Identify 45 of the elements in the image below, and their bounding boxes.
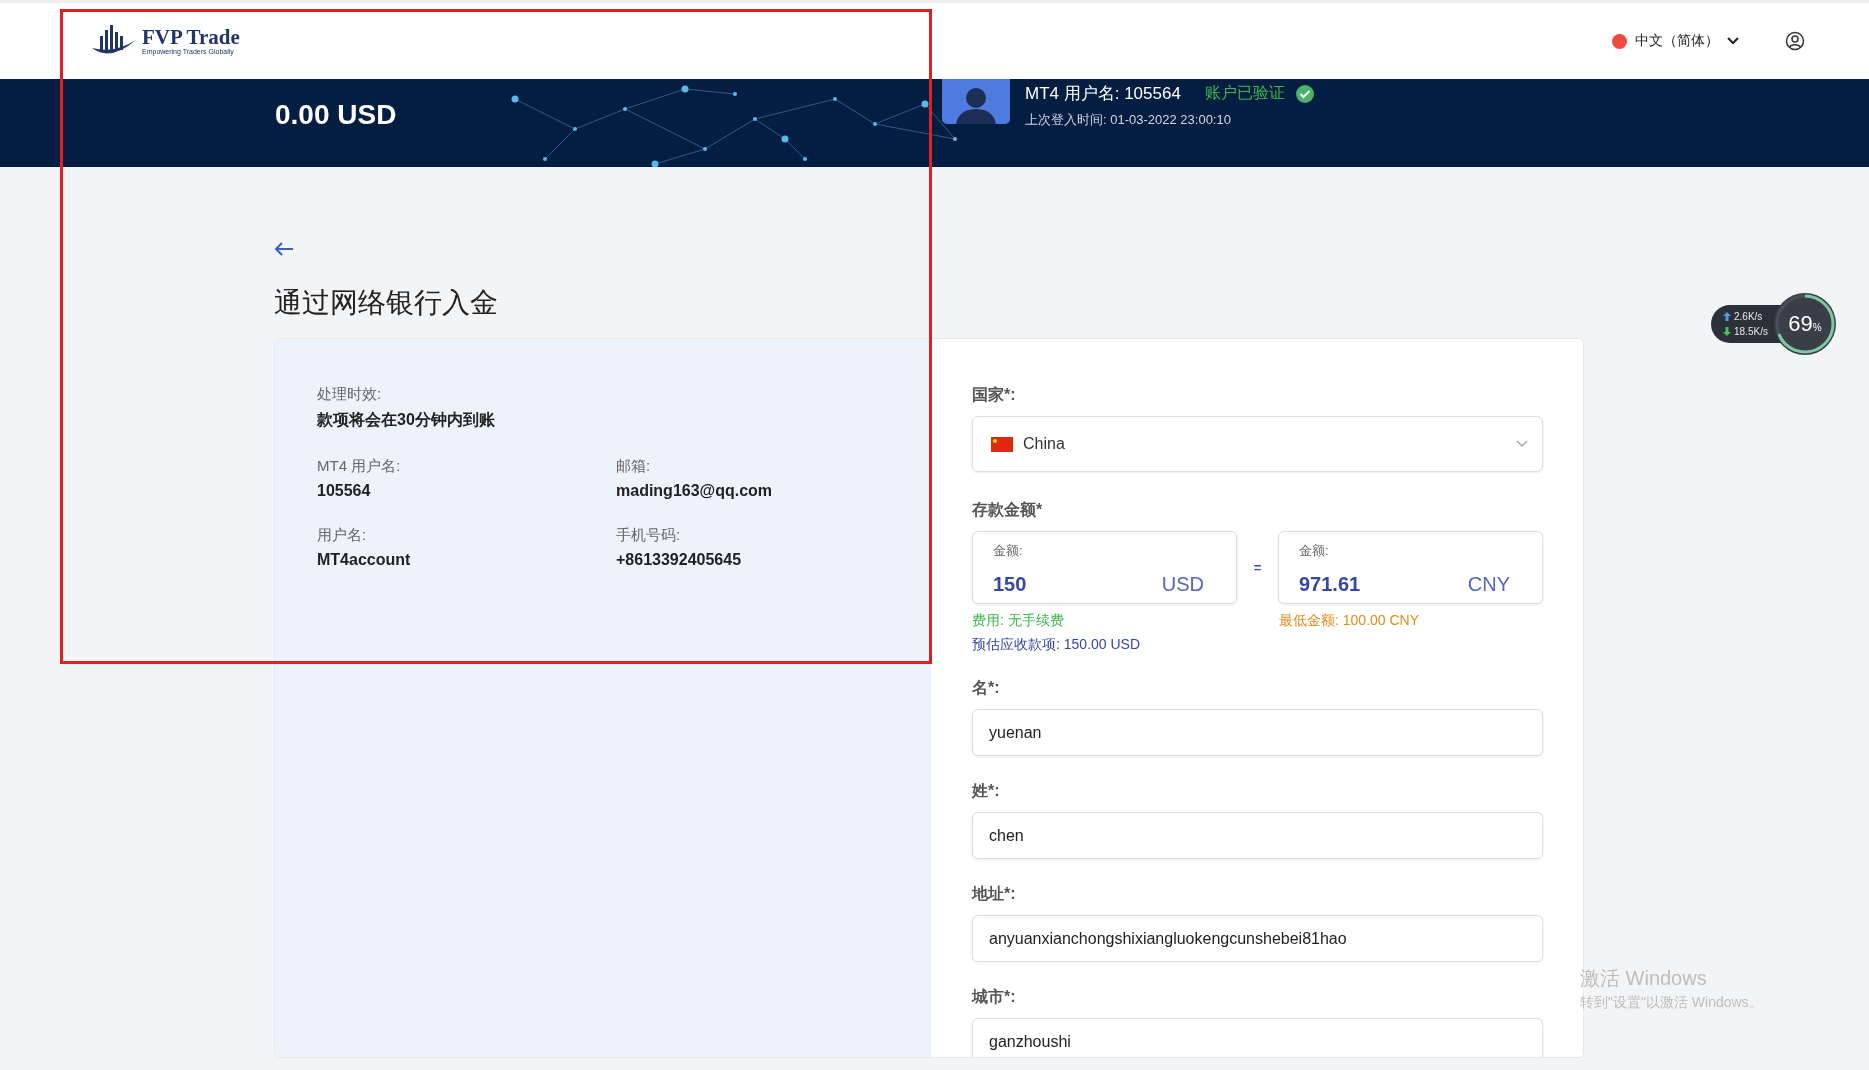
field-value: 款项将会在30分钟内到账	[317, 410, 496, 430]
mt4-username: MT4 用户名: 105564	[1025, 83, 1181, 105]
logo-name: FVP Trade	[142, 27, 240, 48]
fee-note: 费用: 无手续费	[972, 612, 1065, 630]
verified-status: 账户已验证	[1204, 83, 1285, 103]
page-title: 通过网络银行入金	[274, 286, 498, 320]
chevron-down-icon	[1516, 440, 1528, 448]
field-value: +8613392405645	[616, 551, 743, 569]
field-label: 城市*:	[972, 987, 1017, 1007]
field-label: MT4 用户名:	[317, 457, 402, 476]
activation-title: 激活 Windows	[1580, 966, 1708, 991]
last-login-time: 上次登入时间: 01-03-2022 23:00:10	[1025, 111, 1232, 129]
user-icon[interactable]	[1785, 31, 1805, 51]
text-input[interactable]: chen	[972, 812, 1543, 859]
text-input[interactable]: ganzhoushi	[972, 1018, 1543, 1057]
flag-icon	[991, 436, 1013, 452]
arrow-down-icon	[1723, 327, 1731, 336]
avatar-icon	[942, 79, 1010, 124]
amount-field[interactable]: 金额: 971.61 CNY	[1278, 531, 1543, 604]
field-label: 存款金额*	[972, 500, 1044, 520]
account-balance: 0.00 USD	[275, 99, 397, 131]
field-label: 用户名:	[317, 526, 368, 545]
field-label: 国家*:	[972, 385, 1017, 405]
amount-field[interactable]: 金额: 150 USD	[972, 531, 1237, 604]
field-value: mading163@qq.com	[616, 482, 774, 500]
field-value: MT4account	[317, 551, 412, 569]
country-select[interactable]: China	[972, 416, 1543, 472]
field-value: 105564	[317, 482, 372, 500]
chevron-down-icon	[1727, 37, 1739, 45]
equals-sign: =	[1252, 560, 1263, 575]
text-input[interactable]: yuenan	[972, 709, 1543, 756]
language-selector[interactable]: 中文（简体）	[1612, 32, 1739, 50]
field-label: 地址*:	[972, 884, 1017, 904]
field-label: 处理时效:	[317, 385, 383, 404]
download-speed: 18.5K/s	[1734, 326, 1768, 337]
field-label: 名*:	[972, 678, 1001, 698]
minimum-amount-note: 最低金额: 100.00 CNY	[1279, 612, 1421, 630]
usage-percent: 69%	[1788, 311, 1822, 337]
arrow-up-icon	[1723, 312, 1731, 321]
field-label: 邮箱:	[616, 457, 652, 476]
upload-speed: 2.6K/s	[1734, 311, 1763, 322]
field-label: 姓*:	[972, 781, 1001, 801]
field-label: 手机号码:	[616, 526, 682, 545]
text-input[interactable]: anyuanxianchongshixiangluokengcunshebei81hao	[972, 915, 1543, 962]
estimated-amount-note: 预估应收款项: 150.00 USD	[972, 636, 1142, 654]
